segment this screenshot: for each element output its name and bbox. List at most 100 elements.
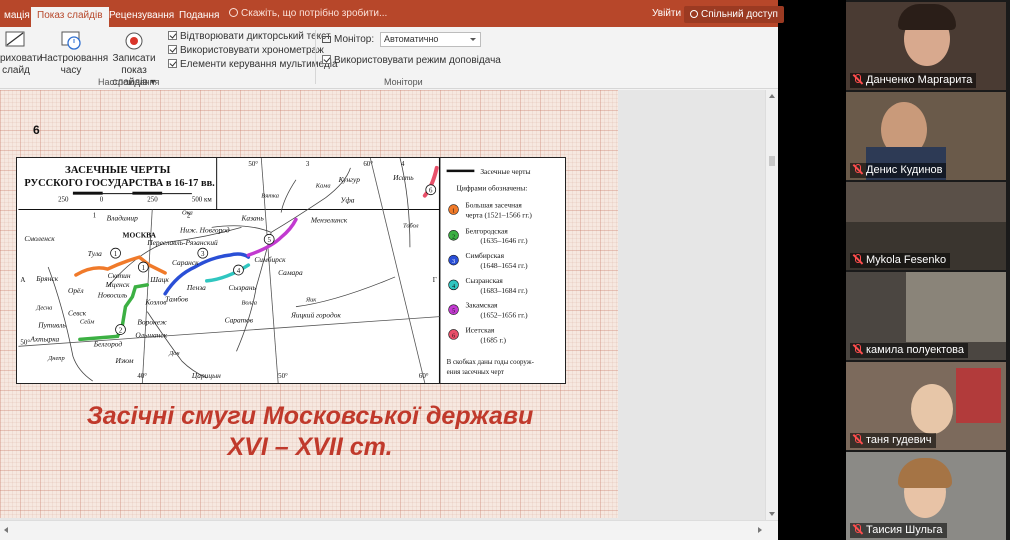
participant-video-poster xyxy=(956,368,1001,423)
horizontal-scrollbar[interactable] xyxy=(0,520,778,540)
map-marker-4: 4 xyxy=(237,268,241,275)
use-timings-checkbox[interactable]: Використовувати хронометраж xyxy=(168,45,324,56)
rehearse-label-2: часу xyxy=(60,65,82,76)
city-mtsensk: Мценск xyxy=(105,280,130,289)
ribbon: риховати слайд Настроювання часу Записат… xyxy=(0,27,778,89)
grid-z2: 2 xyxy=(187,212,191,219)
vertical-scrollbar[interactable] xyxy=(765,90,778,520)
map-scale-3: 500 км xyxy=(192,197,212,204)
city-saratov: Саратов xyxy=(225,316,254,325)
monitor-dropdown[interactable]: Автоматично xyxy=(380,32,481,47)
play-narrations-label: Відтворювати дикторський текст xyxy=(180,31,331,42)
city-menzelinsk: Мензелинск xyxy=(310,215,348,224)
city-iset: Исеть xyxy=(392,173,414,182)
participant-tile[interactable]: Таисия Шульга xyxy=(846,452,1006,540)
city-penza: Пенза xyxy=(186,283,206,292)
participant-name: камила полуектова xyxy=(850,343,969,358)
historical-map: ЗАСЕЧНЫЕ ЧЕРТЫ РУССКОГО ГОСУДАРСТВА в 16… xyxy=(16,157,566,384)
presenter-view-label: Використовувати режим доповідача xyxy=(334,55,501,66)
media-controls-label: Елементи керування мультимедіа xyxy=(180,59,338,70)
map-marker-3: 3 xyxy=(201,251,205,258)
participant-tile[interactable]: таня гудевич xyxy=(846,362,1006,450)
mic-muted-icon xyxy=(852,524,863,535)
participant-video-hair xyxy=(898,458,952,488)
legend-4-line2: (1683–1684 гг.) xyxy=(480,286,528,295)
city-orel: Орёл xyxy=(68,286,84,295)
participant-name: таня гудевич xyxy=(850,433,936,448)
grid-lon60b: 60° xyxy=(419,373,429,380)
city-belgorod: Белгород xyxy=(93,339,123,348)
participant-tile[interactable]: Mykola Fesenko xyxy=(846,182,1006,270)
river-vyatka: Вятка xyxy=(261,193,279,200)
river-kama: Кама xyxy=(315,183,331,190)
media-controls-checkbox[interactable]: Елементи керування мультимедіа xyxy=(168,59,338,70)
city-olshansk: Ольшанск xyxy=(135,330,167,339)
slide-title-line-1: Засічні смуги Московської держави xyxy=(86,402,534,430)
tab-view[interactable]: Подання xyxy=(173,8,225,27)
checkbox-checked-icon xyxy=(168,59,177,68)
screen: мація Показ слайдів Рецензування Подання… xyxy=(0,0,1010,540)
legend-note-1: В скобках даны годы сооруж- xyxy=(447,359,535,366)
sign-in-link[interactable]: Увійти xyxy=(652,8,681,19)
tab-slideshow[interactable]: Показ слайдів xyxy=(31,7,109,27)
slide[interactable]: 6 ЗАСЕЧНЫЕ ЧЕРТЫ РУССКОГО ГОСУДАРСТВА в … xyxy=(0,90,618,518)
grid-z4: 4 xyxy=(401,161,405,168)
hide-slide-label-1: риховати xyxy=(0,53,43,64)
participant-tile[interactable]: Денис Кудинов xyxy=(846,92,1006,180)
share-label: Спільний доступ xyxy=(701,9,778,20)
presenter-view-checkbox[interactable]: Використовувати режим доповідача xyxy=(322,55,501,66)
mic-muted-icon xyxy=(852,74,863,85)
city-smolensk: Смоленск xyxy=(24,234,55,243)
map-marker-1b: 1 xyxy=(142,265,146,272)
legend-5-line1: Закамская xyxy=(465,301,498,310)
scroll-left-icon[interactable] xyxy=(4,527,8,533)
city-kozlov: Козлов xyxy=(144,298,167,307)
checkbox-checked-icon xyxy=(168,45,177,54)
lightbulb-icon xyxy=(229,8,238,17)
participant-name: Денис Кудинов xyxy=(850,163,947,178)
grid-z3: 3 xyxy=(306,161,310,168)
scroll-thumb[interactable] xyxy=(769,156,775,166)
city-kungur: Кунгур xyxy=(338,175,361,184)
grid-a: А xyxy=(20,277,25,284)
river-seim: Сейм xyxy=(80,319,95,326)
map-title-2: РУССКОГО ГОСУДАРСТВА в 16-17 вв. xyxy=(24,178,215,189)
person-icon xyxy=(690,10,698,18)
map-marker-5: 5 xyxy=(267,237,271,244)
city-yaitsky: Яицкий городок xyxy=(290,311,341,320)
legend-4-line1: Сызранская xyxy=(465,276,503,285)
record-icon xyxy=(122,29,146,51)
participant-tile[interactable]: Данченко Маргарита xyxy=(846,2,1006,90)
grid-lon60: 60° xyxy=(363,161,373,168)
participant-video xyxy=(846,182,1006,222)
river-dnepr: Днепр xyxy=(47,355,65,362)
legend-2-line2: (1635–1646 гг.) xyxy=(480,236,528,245)
mic-muted-icon xyxy=(852,434,863,445)
mic-muted-icon xyxy=(852,254,863,265)
tab-review[interactable]: Рецензування xyxy=(103,8,180,27)
participant-video xyxy=(906,272,1006,342)
city-shatsk: Шацк xyxy=(149,275,169,284)
legend-header: Цифрами обозначены: xyxy=(457,184,528,193)
slide-title-line-2: XVI – XVII ст. xyxy=(227,433,393,461)
grid-lon50b: 50° xyxy=(278,373,288,380)
hide-slide-icon xyxy=(4,29,28,51)
scroll-right-icon[interactable] xyxy=(758,527,762,533)
legend-note-2: ения засечных черт xyxy=(447,369,504,376)
city-vladimir: Владимир xyxy=(107,213,138,222)
legend-num-6: 6 xyxy=(452,333,455,339)
city-syzran: Сызрань xyxy=(229,283,257,292)
grid-z1: 1 xyxy=(93,212,97,219)
grid-lon50: 50° xyxy=(248,161,258,168)
scroll-up-icon[interactable] xyxy=(769,94,775,98)
rehearse-timings-button[interactable]: Настроювання часу xyxy=(40,29,108,77)
participant-name: Mykola Fesenko xyxy=(850,253,951,268)
share-button[interactable]: Спільний доступ xyxy=(684,6,784,23)
participant-tile[interactable]: камила полуектова xyxy=(846,272,1006,360)
tell-me-search[interactable]: Скажіть, що потрібно зробити... xyxy=(229,8,387,19)
mic-muted-icon xyxy=(852,344,863,355)
scroll-down-icon[interactable] xyxy=(769,512,775,516)
play-narrations-checkbox[interactable]: Відтворювати дикторський текст xyxy=(168,31,331,42)
map-scale-1: 0 xyxy=(100,197,104,204)
hide-slide-button[interactable]: риховати слайд xyxy=(0,29,43,77)
